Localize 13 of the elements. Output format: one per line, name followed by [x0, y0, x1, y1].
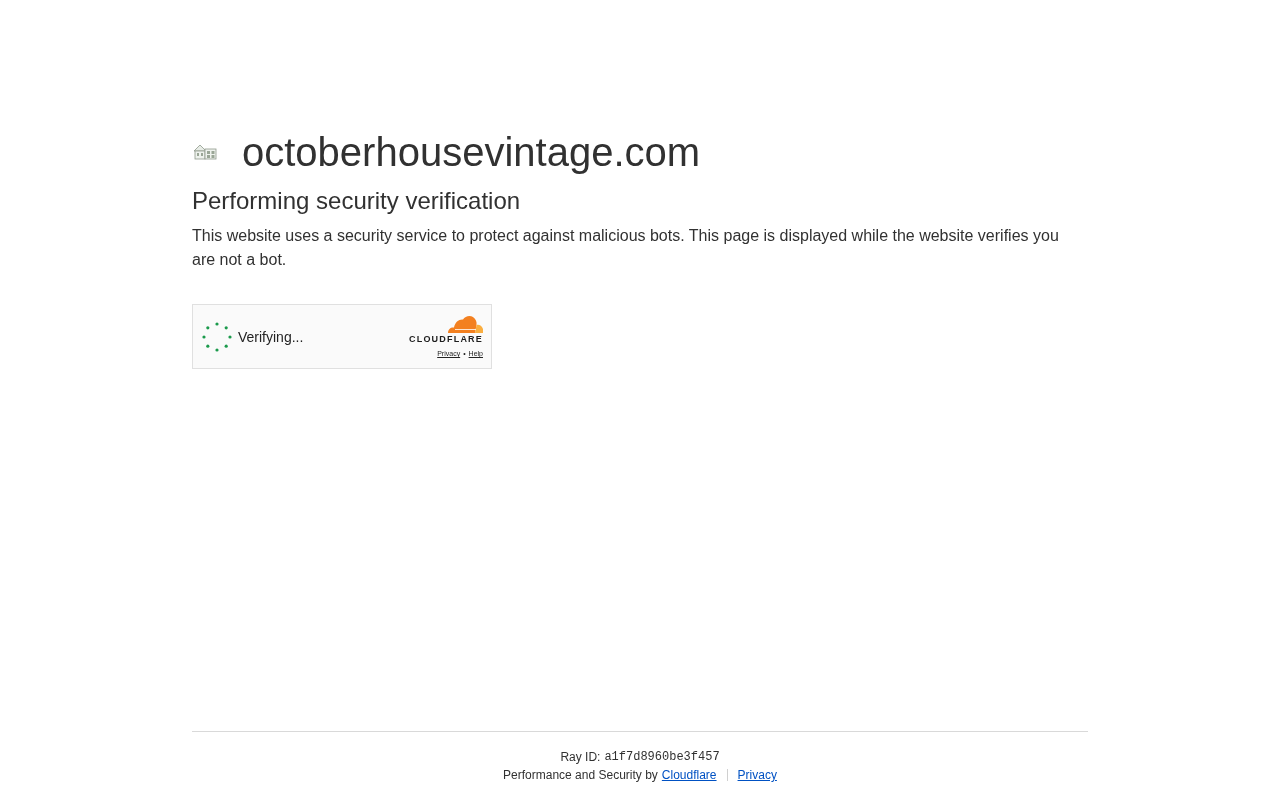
brand-logo-text: CLOUDFLARE	[409, 334, 483, 344]
site-domain-title: octoberhousevintage.com	[242, 129, 701, 176]
ray-id-label: Ray ID:	[560, 749, 601, 766]
page-heading: Performing security verification	[192, 186, 522, 216]
attribution-text: Performance and Security by	[503, 767, 658, 784]
house-icon	[192, 143, 218, 161]
description-text: This website uses a security service to protect against malicious bots. This page is displayed while the website verifies you are not a bot.	[192, 226, 1060, 270]
cloud-icon	[446, 315, 483, 333]
status-text: Verifying...	[238, 328, 304, 345]
footer-link[interactable]: Cloudflare	[661, 766, 717, 784]
ray-id-value: a1f7d8960be3f457	[604, 749, 720, 766]
spinner-icon	[201, 320, 233, 353]
footer-link[interactable]: Privacy	[737, 766, 777, 784]
